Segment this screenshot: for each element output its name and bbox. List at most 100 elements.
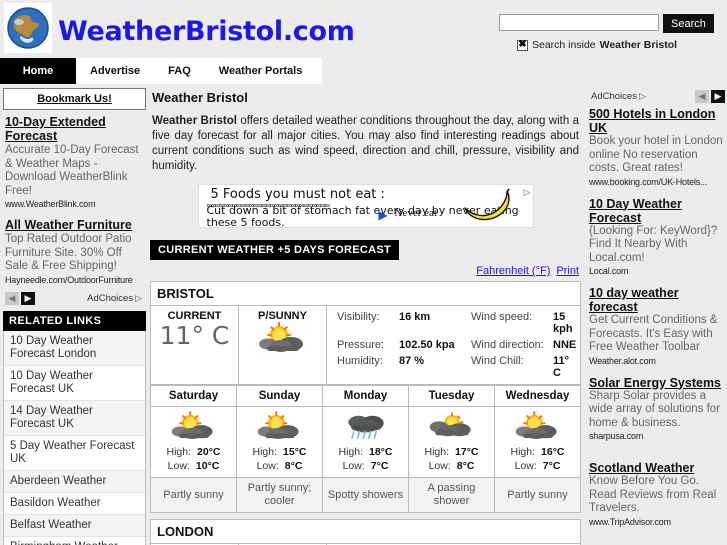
- sun-behind-cloud-icon: [171, 411, 213, 439]
- current-temp-cell: CURRENT 11° C: [150, 305, 239, 385]
- forecast-day-cell: High: 20°C Low: 10°C: [150, 406, 237, 478]
- forecast-day-cell: High: 16°C Low: 7°C: [494, 406, 581, 478]
- low-value: 7°C: [370, 460, 389, 472]
- search-input[interactable]: [499, 14, 659, 31]
- right-ad-url-3: sharpusa.com: [589, 431, 644, 441]
- right-sidebar: AdChoices ▷ ◀ ▶ 500 Hotels in London UK …: [589, 88, 727, 527]
- left-ad-arrows: ◀ ▶: [5, 291, 35, 305]
- related-links-list: 10 Day Weather Forecast London 10 Day We…: [3, 330, 146, 545]
- fahrenheit-link[interactable]: Fahrenheit (°F): [476, 265, 550, 277]
- forecast-day-cell: High: 18°C Low: 7°C: [322, 406, 409, 478]
- earth-globe-icon[interactable]: [4, 3, 52, 53]
- intro-bold: Weather Bristol: [152, 115, 237, 127]
- list-item[interactable]: Basildon Weather: [4, 492, 145, 515]
- list-item[interactable]: Belfast Weather: [4, 514, 145, 537]
- low-label: Low:: [428, 460, 451, 472]
- right-ad-title-2[interactable]: 10 day weather forecast: [589, 286, 727, 314]
- chevron-right-icon[interactable]: ▶: [711, 90, 725, 103]
- high-value: 20°C: [197, 446, 221, 458]
- high-label: High:: [252, 446, 278, 458]
- banner-advertisement[interactable]: 5 Foods you must not eat : ∞∞∞∞∞∞∞∞∞∞∞∞∞…: [197, 184, 534, 228]
- search-scope-row: ✖ Search inside Weather Bristol: [499, 39, 719, 51]
- right-ad-desc-0: Book your hotel in London online No rese…: [589, 135, 723, 174]
- low-label: Low:: [256, 460, 279, 472]
- visibility-value: 16 km: [399, 311, 431, 323]
- high-value: 16°C: [541, 446, 565, 458]
- nav-item-home[interactable]: Home: [0, 58, 76, 84]
- list-item[interactable]: 14 Day Weather Forecast UK: [4, 400, 145, 436]
- page-root: WeatherBristol.com Search ✖ Search insid…: [0, 0, 727, 545]
- right-ad-title-3[interactable]: Solar Energy Systems: [589, 376, 727, 390]
- right-ad-desc-4: Know Before You Go. Read Reviews from Re…: [589, 475, 717, 514]
- adchoices-icon: ▷: [135, 292, 142, 303]
- right-ad-controls: AdChoices ▷ ◀ ▶: [589, 88, 727, 107]
- bookmark-us-link[interactable]: Bookmark Us!: [37, 93, 112, 105]
- low-label: Low:: [514, 460, 537, 472]
- chevron-left-icon[interactable]: ◀: [695, 90, 709, 103]
- sun-behind-cloud-icon: [257, 411, 299, 439]
- adchoices-icon: ▷: [638, 91, 646, 101]
- ad-spacer: [589, 187, 727, 197]
- right-ad-url-2: Weather.alot.com: [589, 355, 656, 366]
- search-inside-checkbox[interactable]: ✖: [517, 39, 528, 51]
- sun-behind-cloud-icon: [515, 411, 557, 439]
- current-conditions-table: CURRENT 11° C P/SUNNY Visibility: 16 km …: [150, 305, 581, 385]
- right-ad-title-1[interactable]: 10 Day Weather Forecast: [589, 197, 727, 225]
- nav-item-advertise[interactable]: Advertise: [76, 58, 154, 84]
- pressure-label: Pressure:: [337, 339, 385, 351]
- left-ad-nav-row: ◀ ▶ AdChoices ▷: [5, 291, 144, 305]
- list-item[interactable]: 5 Day Weather Forecast UK: [4, 435, 145, 471]
- print-link[interactable]: Print: [556, 265, 579, 277]
- ad-spacer: [5, 209, 144, 218]
- wind-speed-label: Wind speed:: [471, 311, 533, 323]
- list-item[interactable]: Birmingham Weather: [4, 536, 145, 545]
- pressure-value: 102.50 kpa: [399, 339, 455, 351]
- left-adchoices[interactable]: AdChoices ▷: [87, 293, 142, 304]
- right-ad-title-0[interactable]: 500 Hotels in London UK: [589, 107, 727, 135]
- left-ad-url-1: Hayneedle.com/OutdoorFurniture: [5, 274, 133, 285]
- nav-item-faq[interactable]: FAQ: [154, 58, 205, 84]
- right-ad-title-4[interactable]: Scotland Weather: [589, 461, 727, 475]
- low-value: 8°C: [284, 460, 303, 472]
- high-label: High:: [424, 446, 450, 458]
- search-scope-label: Search inside: [532, 39, 596, 51]
- city-block-bristol: BRISTOL CURRENT 11° C P/SUNNY Visibility…: [150, 281, 581, 513]
- forecast-day-cell: High: 15°C Low: 8°C: [236, 406, 323, 478]
- forecast-low-row: Low: 8°C: [409, 460, 494, 472]
- list-item[interactable]: 10 Day Weather Forecast UK: [4, 365, 145, 401]
- banana-icon: [463, 188, 510, 221]
- left-ad-title-1[interactable]: All Weather Furniture: [5, 218, 144, 232]
- low-value: 8°C: [456, 460, 475, 472]
- banner-ad-headline: 5 Foods you must not eat :: [210, 187, 385, 202]
- sun-behind-cloud-icon: [429, 412, 471, 437]
- list-item[interactable]: Aberdeen Weather: [4, 470, 145, 493]
- list-item[interactable]: 10 Day Weather Forecast London: [4, 330, 145, 366]
- left-ad-title-0[interactable]: 10-Day Extended Forecast: [5, 115, 144, 143]
- condition-label: P/SUNNY: [258, 310, 307, 322]
- city-name: BRISTOL: [150, 281, 581, 305]
- chevron-left-icon[interactable]: ◀: [5, 291, 19, 305]
- right-adchoices[interactable]: AdChoices ▷: [591, 91, 646, 102]
- site-header: WeatherBristol.com Search ✖ Search insid…: [0, 0, 727, 58]
- adchoices-icon[interactable]: ▷: [524, 187, 531, 198]
- forecast-table: Saturday Sunday Monday Tuesday Wednesday: [150, 385, 581, 513]
- city-name: LONDON: [150, 519, 581, 543]
- high-label: High:: [510, 446, 536, 458]
- search-button[interactable]: Search: [663, 14, 714, 33]
- play-arrow-icon: ▶: [378, 208, 388, 222]
- right-ad-url-1: Local.com: [589, 266, 629, 276]
- intro-paragraph: Weather Bristol offers detailed weather …: [152, 114, 579, 174]
- chevron-right-icon[interactable]: ▶: [21, 291, 35, 305]
- forecast-low-row: Low: 10°C: [151, 460, 236, 472]
- wind-direction-label: Wind direction:: [471, 339, 544, 351]
- forecast-day-name: Monday: [322, 385, 409, 407]
- nav-item-weather-portals[interactable]: Weather Portals: [205, 58, 317, 84]
- forecast-low-row: Low: 8°C: [237, 460, 322, 472]
- forecast-description: Spotty showers: [322, 477, 409, 513]
- right-ad-desc-1: {Looking For: KeyWord}? Find It Nearby W…: [589, 224, 718, 264]
- forecast-high-row: High: 15°C: [237, 446, 322, 458]
- bookmark-us-box[interactable]: Bookmark Us!: [3, 88, 146, 110]
- humidity-label: Humidity:: [337, 355, 383, 367]
- forecast-description: A passing shower: [408, 477, 495, 513]
- forecast-day-cell: High: 17°C Low: 8°C: [408, 406, 495, 478]
